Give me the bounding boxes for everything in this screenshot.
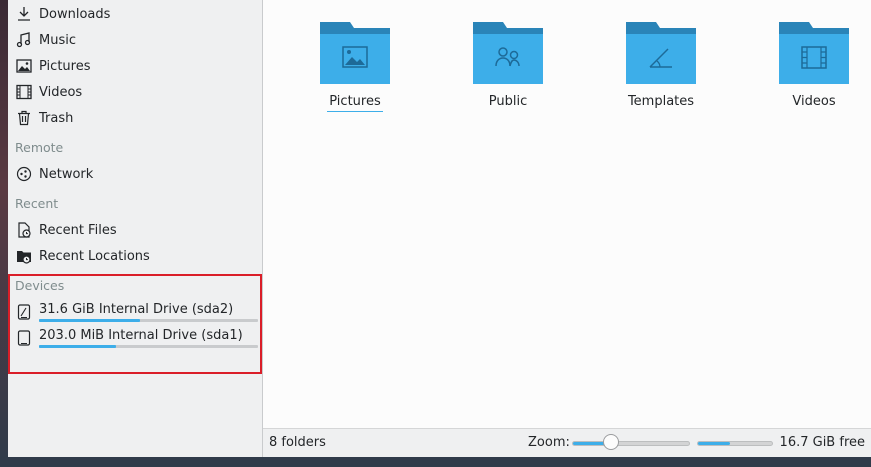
- device-label: 31.6 GiB Internal Drive (sda2): [39, 302, 234, 317]
- sidebar-item-device-sda2[interactable]: 31.6 GiB Internal Drive (sda2): [8, 299, 262, 325]
- folder-name: Pictures: [327, 94, 383, 112]
- device-capacity-bar: [39, 319, 258, 322]
- folder-public[interactable]: Public: [438, 20, 578, 120]
- sidebar-item-label: Downloads: [39, 6, 111, 22]
- free-space-fill: [698, 442, 730, 445]
- videos-icon: [15, 83, 33, 101]
- trash-icon: [15, 109, 33, 127]
- sidebar-item-label: Recent Files: [39, 222, 117, 238]
- pictures-icon: [15, 57, 33, 75]
- pictures-folder-icon: [320, 22, 390, 84]
- sidebar-item-label: Trash: [39, 110, 74, 126]
- device-label: 203.0 MiB Internal Drive (sda1): [39, 328, 243, 343]
- file-manager-window: Downloads Music Pictures Videos Trash Re…: [8, 0, 871, 457]
- folder-name: Videos: [792, 94, 836, 109]
- folder-pictures[interactable]: Pictures: [285, 20, 425, 120]
- zoom-slider-handle[interactable]: [602, 434, 619, 450]
- status-bar: 8 folders Zoom: 16.7 GiB free: [263, 428, 871, 457]
- sidebar-item-device-sda1[interactable]: 203.0 MiB Internal Drive (sda1): [8, 325, 262, 351]
- device-capacity-fill: [39, 319, 140, 322]
- sidebar-item-label: Network: [39, 166, 94, 182]
- templates-folder-icon: [626, 22, 696, 84]
- recent-locations-icon: [15, 247, 33, 265]
- sidebar-item-trash[interactable]: Trash: [8, 105, 262, 131]
- free-space-text: 16.7 GiB free: [779, 435, 865, 450]
- section-header-remote: Remote: [15, 140, 64, 155]
- drive-icon: [15, 303, 33, 321]
- music-icon: [15, 31, 33, 49]
- folder-count: 8 folders: [269, 435, 326, 450]
- folder-name: Public: [488, 94, 528, 109]
- folder-videos[interactable]: Videos: [744, 20, 871, 120]
- network-icon: [15, 165, 33, 183]
- device-capacity-bar: [39, 345, 258, 348]
- recent-files-icon: [15, 221, 33, 239]
- folder-name: Templates: [627, 94, 695, 109]
- section-header-recent: Recent: [15, 196, 59, 211]
- sidebar-item-music[interactable]: Music: [8, 27, 262, 53]
- folder-view[interactable]: Pictures Public Templates Videos: [263, 0, 871, 428]
- sidebar-item-label: Recent Locations: [39, 248, 150, 264]
- sidebar-item-recent-locations[interactable]: Recent Locations: [8, 243, 262, 269]
- sidebar-item-pictures[interactable]: Pictures: [8, 53, 262, 79]
- zoom-label: Zoom:: [528, 435, 570, 450]
- download-icon: [15, 5, 33, 23]
- sidebar-item-label: Music: [39, 32, 76, 48]
- places-sidebar: Downloads Music Pictures Videos Trash Re…: [8, 0, 263, 457]
- sidebar-item-label: Videos: [39, 84, 83, 100]
- public-folder-icon: [473, 22, 543, 84]
- sidebar-item-recent-files[interactable]: Recent Files: [8, 217, 262, 243]
- sidebar-item-network[interactable]: Network: [8, 161, 262, 187]
- videos-folder-icon: [779, 22, 849, 84]
- zoom-slider[interactable]: [572, 441, 690, 446]
- section-header-devices: Devices: [15, 278, 65, 293]
- drive-icon: [15, 329, 33, 347]
- device-capacity-fill: [39, 345, 116, 348]
- sidebar-item-label: Pictures: [39, 58, 91, 74]
- sidebar-item-videos[interactable]: Videos: [8, 79, 262, 105]
- free-space-bar: [697, 441, 773, 446]
- folder-templates[interactable]: Templates: [591, 20, 731, 120]
- sidebar-item-downloads[interactable]: Downloads: [8, 1, 262, 27]
